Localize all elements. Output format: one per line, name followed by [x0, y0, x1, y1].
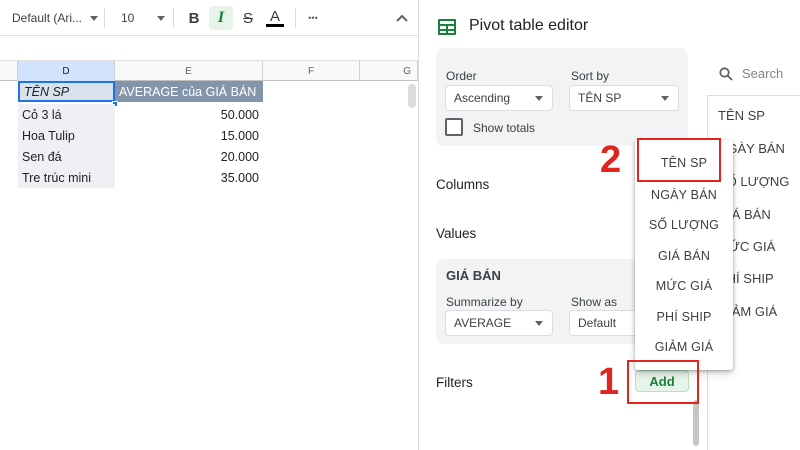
- order-chevron-icon: [535, 96, 543, 101]
- sort-by-value: TÊN SP: [578, 91, 622, 105]
- search-placeholder: Search: [742, 66, 784, 81]
- order-label: Order: [446, 69, 477, 83]
- dropdown-item[interactable]: GIẢM GIÁ: [635, 332, 733, 362]
- dropdown-item[interactable]: MỨC GIÁ: [635, 271, 733, 301]
- formula-bar[interactable]: [0, 37, 418, 61]
- dropdown-item[interactable]: PHÍ SHIP: [635, 302, 733, 332]
- table-row-label[interactable]: Cỏ 3 lá: [18, 104, 115, 125]
- sort-by-chevron-icon: [661, 96, 669, 101]
- value-field-name: GIÁ BÁN: [446, 268, 501, 283]
- text-color-swatch: [266, 24, 284, 27]
- toolbar-divider: [173, 8, 174, 28]
- sort-by-select[interactable]: TÊN SP: [569, 85, 679, 111]
- summarize-by-chevron-icon: [535, 321, 543, 326]
- editor-title: Pivot table editor: [469, 17, 589, 34]
- italic-button[interactable]: I: [209, 6, 233, 30]
- summarize-by-select[interactable]: AVERAGE: [445, 310, 553, 336]
- table-row-value[interactable]: 20.000: [115, 146, 263, 167]
- column-header-e[interactable]: E: [115, 61, 263, 81]
- order-select[interactable]: Ascending: [445, 85, 553, 111]
- pivot-table-icon: [438, 19, 456, 35]
- pivot-header-value[interactable]: AVERAGE của GIÁ BÁN: [115, 81, 263, 102]
- column-header-d[interactable]: D: [18, 61, 115, 81]
- text-color-button[interactable]: A: [263, 6, 287, 30]
- collapse-toolbar-icon[interactable]: [390, 6, 414, 30]
- sort-by-label: Sort by: [571, 69, 610, 83]
- more-options-icon[interactable]: •••: [301, 6, 325, 30]
- show-totals-checkbox[interactable]: [445, 118, 463, 136]
- show-totals-label: Show totals: [473, 121, 536, 135]
- font-family-chevron-icon[interactable]: [90, 16, 98, 21]
- column-headers: D E F G: [0, 61, 418, 81]
- dropdown-item[interactable]: SỐ LƯỢNG: [635, 210, 733, 240]
- table-row-label[interactable]: Hoa Tulip: [18, 125, 115, 146]
- toolbar-divider: [104, 8, 105, 28]
- search-icon: [719, 67, 733, 81]
- columns-section-label: Columns: [436, 177, 490, 192]
- order-value: Ascending: [454, 91, 511, 105]
- table-row-value[interactable]: 35.000: [115, 167, 263, 188]
- filters-section-label: Filters: [436, 375, 473, 390]
- annotation-highlight-add-button: [627, 360, 699, 404]
- spreadsheet-area: Default (Ari... 10 B I S A ••• D E F G T…: [0, 0, 418, 450]
- field-list-item[interactable]: TÊN SP: [718, 108, 765, 123]
- show-as-select[interactable]: Default: [569, 310, 639, 336]
- dropdown-item[interactable]: GIÁ BÁN: [635, 241, 733, 271]
- pivot-header-row-label[interactable]: TÊN SP: [18, 81, 115, 102]
- summarize-by-label: Summarize by: [446, 295, 523, 309]
- editor-header: Pivot table editor: [419, 0, 800, 52]
- formatting-toolbar: Default (Ari... 10 B I S A •••: [0, 0, 418, 36]
- summarize-by-value: AVERAGE: [454, 316, 512, 330]
- table-row-label[interactable]: Tre trúc mini: [18, 167, 115, 188]
- font-size-chevron-icon[interactable]: [157, 16, 165, 21]
- show-as-value: Default: [578, 316, 617, 330]
- column-header-g[interactable]: G: [360, 61, 418, 81]
- font-family-select[interactable]: Default (Ari...: [12, 11, 82, 25]
- font-size-select[interactable]: 10: [121, 11, 134, 25]
- table-row-value[interactable]: 15.000: [115, 125, 263, 146]
- toolbar-divider: [295, 8, 296, 28]
- annotation-step-1: 1: [598, 361, 620, 403]
- table-row-label[interactable]: Sen đá: [18, 146, 115, 167]
- values-section-label: Values: [436, 226, 477, 241]
- dropdown-item[interactable]: NGÀY BÁN: [635, 180, 733, 210]
- annotation-highlight-dropdown-item: [637, 138, 721, 182]
- text-color-icon: A: [269, 8, 280, 25]
- show-as-label: Show as: [571, 295, 618, 309]
- field-search[interactable]: Search: [707, 52, 800, 96]
- select-all-corner[interactable]: [0, 61, 18, 81]
- bold-button[interactable]: B: [182, 6, 206, 30]
- strikethrough-button[interactable]: S: [236, 6, 260, 30]
- sheet-scrollbar[interactable]: [408, 84, 416, 108]
- table-row-value[interactable]: 50.000: [115, 104, 263, 125]
- annotation-step-2: 2: [600, 139, 622, 181]
- column-header-f[interactable]: F: [263, 61, 360, 81]
- editor-scrollbar[interactable]: [693, 400, 699, 446]
